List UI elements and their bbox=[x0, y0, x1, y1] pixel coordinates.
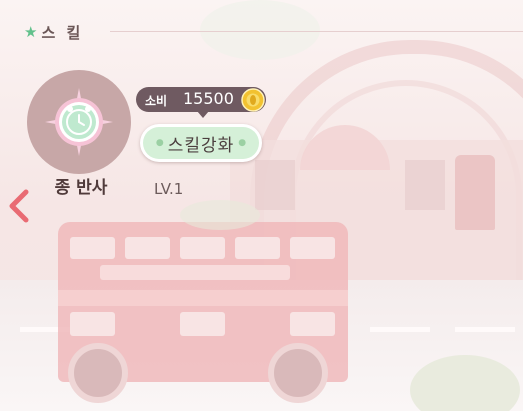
enhance-button-label: 스킬강화 bbox=[167, 135, 235, 156]
building-window bbox=[255, 160, 295, 210]
cost-badge-tail bbox=[197, 111, 209, 118]
mailbox bbox=[455, 155, 495, 230]
bus-wheel bbox=[68, 343, 128, 403]
skill-level: LV.1 bbox=[154, 180, 184, 198]
road-stripe bbox=[455, 327, 515, 332]
bus-window bbox=[180, 237, 225, 259]
chevron-left-icon bbox=[9, 189, 29, 223]
road-stripe bbox=[370, 327, 430, 332]
back-button[interactable] bbox=[4, 186, 34, 226]
header-divider bbox=[110, 31, 523, 32]
bus-band bbox=[58, 290, 348, 306]
dot-icon: ● bbox=[155, 138, 164, 148]
bus-wheel bbox=[268, 343, 328, 403]
star-icon: ★ bbox=[24, 23, 38, 41]
bus-window bbox=[235, 237, 280, 259]
cost-value: 15500 bbox=[183, 89, 234, 108]
bus-window bbox=[290, 312, 335, 336]
bush bbox=[180, 200, 260, 230]
skill-name: 종 반사 bbox=[54, 178, 108, 198]
bus-window bbox=[70, 312, 115, 336]
bus-window bbox=[125, 237, 170, 259]
gold-coin-icon bbox=[241, 88, 265, 112]
section-header: ★ 스 킬 bbox=[24, 22, 83, 42]
foliage bbox=[200, 0, 320, 60]
bus-window bbox=[290, 237, 335, 259]
skill-enhance-button[interactable]: ● 스킬강화 ● bbox=[140, 124, 262, 162]
background-scene bbox=[0, 0, 523, 411]
enhance-button-face: ● 스킬강화 ● bbox=[143, 127, 259, 159]
building-window bbox=[405, 160, 445, 210]
bus-window bbox=[180, 312, 225, 336]
cost-label: 소비 bbox=[145, 94, 168, 108]
bus-sign bbox=[100, 265, 290, 280]
bus-window bbox=[70, 237, 115, 259]
section-title: 스 킬 bbox=[41, 23, 84, 42]
skill-icon[interactable] bbox=[27, 70, 131, 174]
dot-icon: ● bbox=[238, 138, 247, 148]
clock-gem-icon bbox=[45, 88, 113, 156]
